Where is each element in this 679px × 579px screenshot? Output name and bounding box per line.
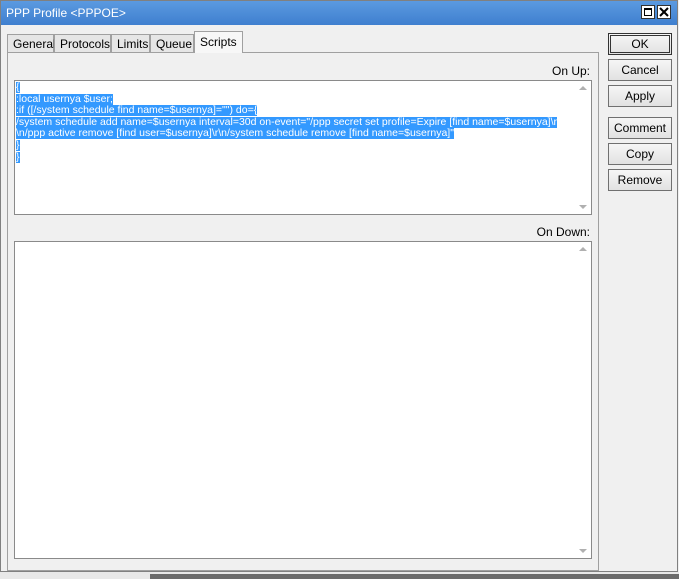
script-line-text: \n/ppp active remove [find user=$usernya…	[16, 128, 454, 140]
on-down-label: On Down:	[536, 225, 590, 239]
script-line-text: }	[16, 139, 20, 151]
tab-general[interactable]: General	[7, 34, 56, 52]
script-line-text: {	[16, 82, 20, 93]
scroll-up-icon[interactable]	[579, 86, 587, 90]
script-line: \n/ppp active remove [find user=$usernya…	[16, 128, 574, 140]
on-up-label: On Up:	[551, 64, 590, 78]
scroll-up-icon[interactable]	[579, 247, 587, 251]
copy-button[interactable]: Copy	[608, 143, 672, 165]
maximize-icon	[644, 8, 652, 16]
maximize-button[interactable]	[641, 5, 655, 19]
ok-button[interactable]: OK	[608, 33, 672, 55]
script-line: :local usernya $user;	[16, 93, 574, 106]
comment-button[interactable]: Comment	[608, 117, 672, 139]
background-strip	[0, 572, 679, 579]
tab-protocols[interactable]: Protocols	[54, 34, 111, 52]
tab-scripts[interactable]: Scripts	[194, 31, 243, 53]
title-bar[interactable]: PPP Profile <PPPOE>	[1, 1, 677, 25]
script-line-text: /system schedule add name=$usernya inter…	[16, 116, 558, 128]
on-up-textarea[interactable]: { :local usernya $user; :if ([/system sc…	[14, 80, 592, 215]
cancel-button[interactable]: Cancel	[608, 59, 672, 81]
on-up-script-text: { :local usernya $user; :if ([/system sc…	[16, 82, 574, 163]
apply-button[interactable]: Apply	[608, 85, 672, 107]
script-line-text: :local usernya $user;	[16, 93, 113, 105]
window-title: PPP Profile <PPPOE>	[6, 6, 126, 20]
script-line: }	[16, 139, 574, 152]
on-down-textarea[interactable]	[14, 241, 592, 559]
remove-button[interactable]: Remove	[608, 169, 672, 191]
script-line: :if ([/system schedule find name=$userny…	[16, 105, 574, 117]
close-icon	[659, 7, 669, 17]
close-button[interactable]	[657, 5, 671, 19]
on-down-scrollbar[interactable]	[575, 242, 591, 558]
background-window-edge	[150, 574, 679, 579]
scroll-down-icon[interactable]	[579, 549, 587, 553]
script-line: {	[16, 82, 574, 94]
tab-limits[interactable]: Limits	[111, 34, 150, 52]
on-up-scrollbar[interactable]	[575, 81, 591, 214]
tab-queue[interactable]: Queue	[150, 34, 194, 52]
scroll-down-icon[interactable]	[579, 205, 587, 209]
scripts-panel: On Up: { :local usernya $user; :if ([/sy…	[7, 52, 599, 571]
script-line-text: }	[16, 151, 20, 163]
script-line: /system schedule add name=$usernya inter…	[16, 116, 574, 129]
script-line: }	[16, 151, 574, 164]
ppp-profile-dialog: PPP Profile <PPPOE> General Protocols Li…	[0, 0, 678, 572]
script-line-text: :if ([/system schedule find name=$userny…	[16, 105, 258, 117]
